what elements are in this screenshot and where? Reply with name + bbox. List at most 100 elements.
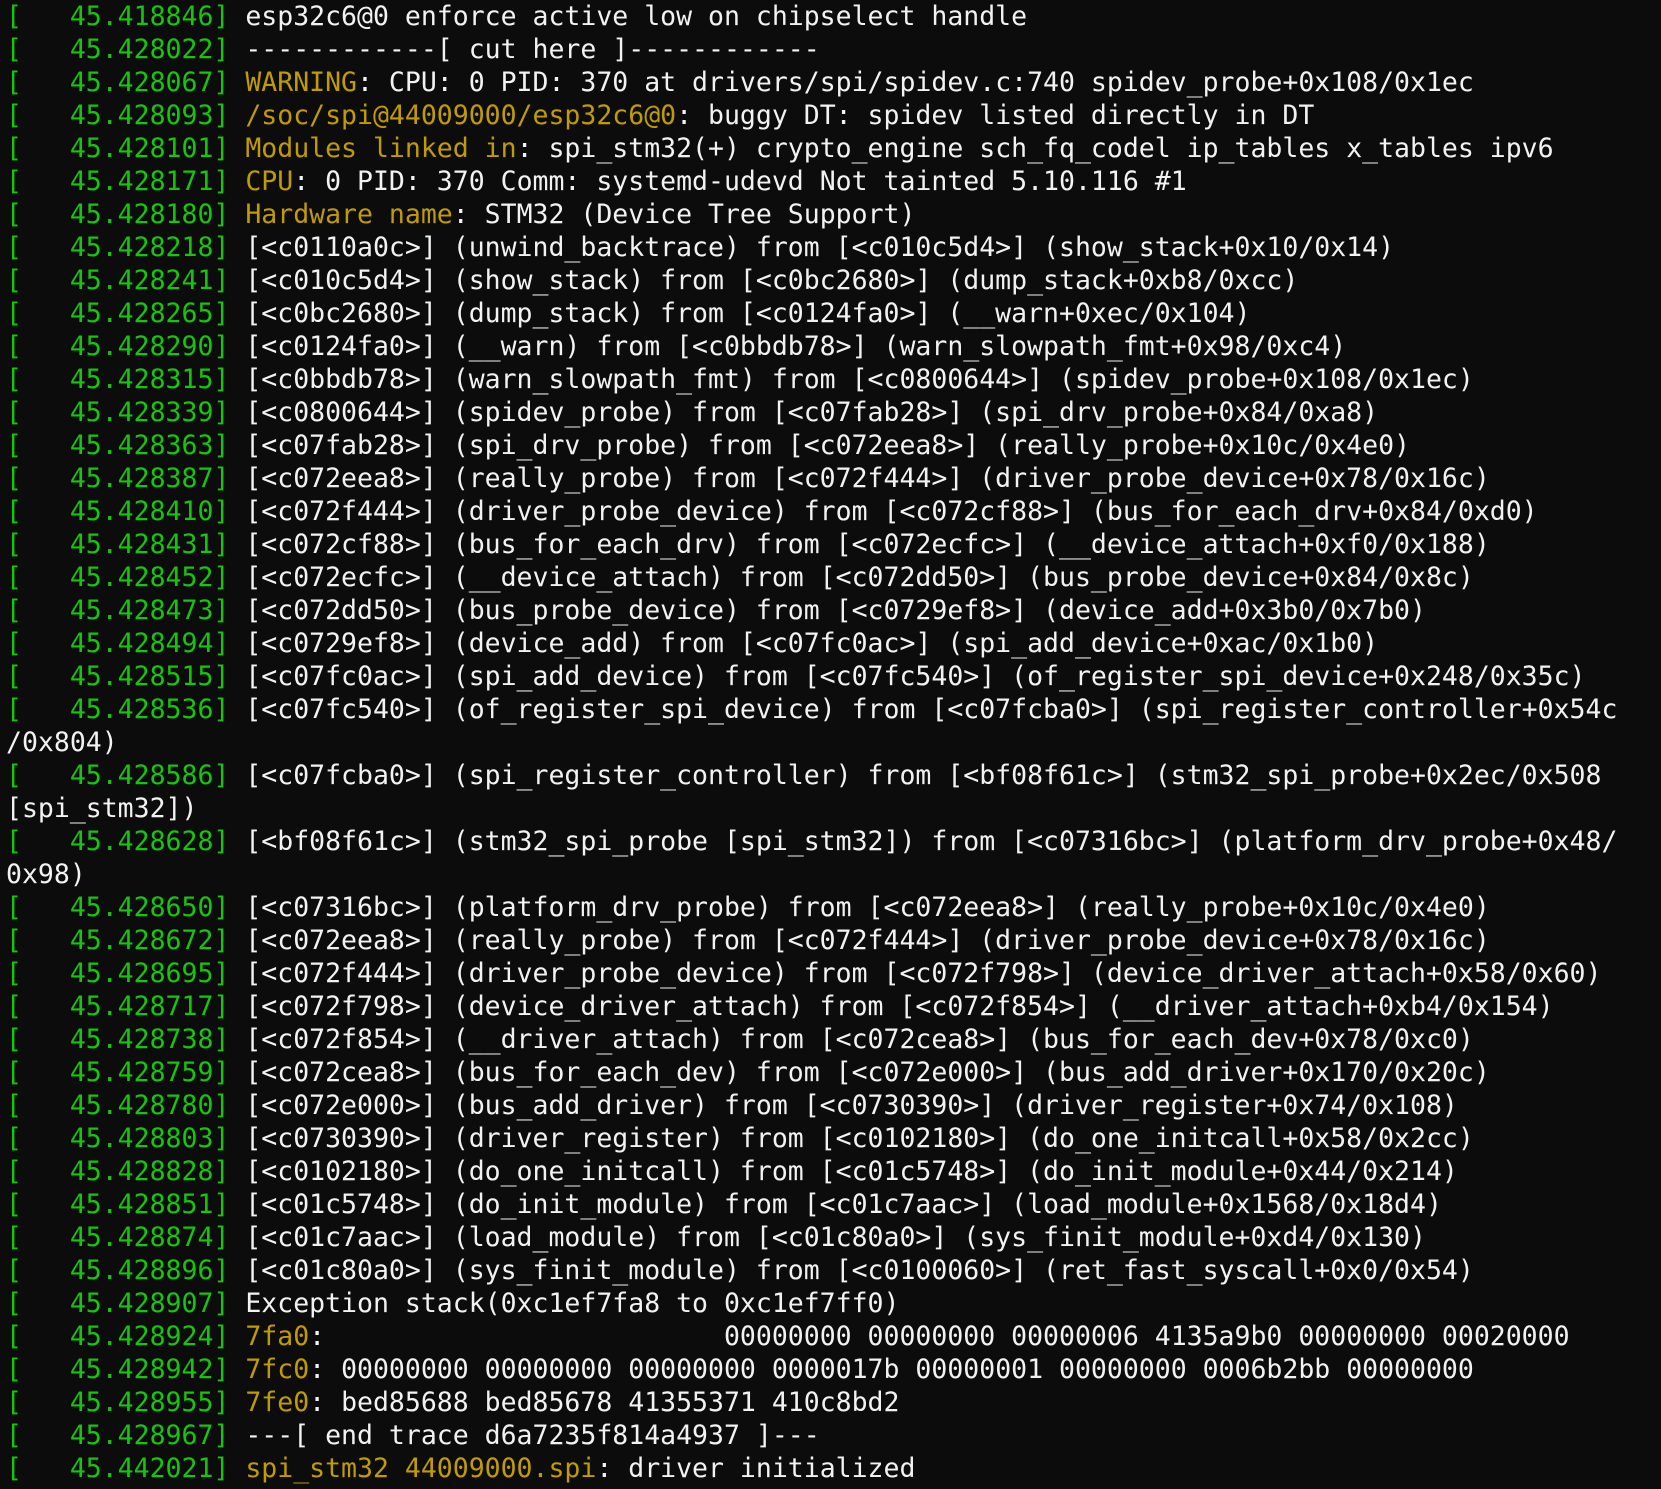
- log-line: [ 45.428171] CPU: 0 PID: 370 Comm: syste…: [6, 165, 1661, 198]
- log-text: /0x804): [6, 727, 118, 758]
- log-line: [ 45.428874] [<c01c7aac>] (load_module) …: [6, 1221, 1661, 1254]
- log-highlight: Hardware name: [229, 199, 453, 230]
- log-text: : bed85688 bed85678 41355371 410c8bd2: [309, 1387, 900, 1418]
- log-line: [ 45.428452] [<c072ecfc>] (__device_atta…: [6, 561, 1661, 594]
- log-timestamp: [ 45.428387]: [6, 463, 230, 494]
- log-timestamp: [ 45.428452]: [6, 562, 230, 593]
- log-timestamp: [ 45.428759]: [6, 1057, 230, 1088]
- log-highlight: Modules linked in: [229, 133, 517, 164]
- log-text: [<c072ecfc>] (__device_attach) from [<c0…: [229, 562, 1474, 593]
- log-timestamp: [ 45.428241]: [6, 265, 230, 296]
- log-line: [ 45.428387] [<c072eea8>] (really_probe)…: [6, 462, 1661, 495]
- log-timestamp: [ 45.428431]: [6, 529, 230, 560]
- log-text: [<c072eea8>] (really_probe) from [<c072f…: [229, 925, 1490, 956]
- log-timestamp: [ 45.428874]: [6, 1222, 230, 1253]
- log-line: [ 45.428586] [<c07fcba0>] (spi_register_…: [6, 759, 1661, 792]
- log-line: [ 45.442021] spi_stm32 44009000.spi: dri…: [6, 1452, 1661, 1485]
- log-line: [ 45.428410] [<c072f444>] (driver_probe_…: [6, 495, 1661, 528]
- log-highlight: 7fc0: [229, 1354, 310, 1385]
- log-line: [ 45.428907] Exception stack(0xc1ef7fa8 …: [6, 1287, 1661, 1320]
- log-timestamp: [ 45.428851]: [6, 1189, 230, 1220]
- log-text: [<c072e000>] (bus_add_driver) from [<c07…: [229, 1090, 1458, 1121]
- log-line: [ 45.428780] [<c072e000>] (bus_add_drive…: [6, 1089, 1661, 1122]
- log-timestamp: [ 45.428672]: [6, 925, 230, 956]
- log-timestamp: [ 45.428218]: [6, 232, 230, 263]
- log-timestamp: [ 45.442021]: [6, 1453, 230, 1484]
- log-line: [ 45.428515] [<c07fc0ac>] (spi_add_devic…: [6, 660, 1661, 693]
- log-timestamp: [ 45.428803]: [6, 1123, 230, 1154]
- log-line: 0x98): [6, 858, 1661, 891]
- log-text: [<c072cea8>] (bus_for_each_dev) from [<c…: [229, 1057, 1490, 1088]
- log-line: /0x804): [6, 726, 1661, 759]
- log-text: : 0 PID: 370 Comm: systemd-udevd Not tai…: [293, 166, 1187, 197]
- log-timestamp: [ 45.428955]: [6, 1387, 230, 1418]
- log-line: [spi_stm32]): [6, 792, 1661, 825]
- log-line: [ 45.428218] [<c0110a0c>] (unwind_backtr…: [6, 231, 1661, 264]
- log-timestamp: [ 45.428171]: [6, 166, 230, 197]
- log-line: [ 45.428290] [<c0124fa0>] (__warn) from …: [6, 330, 1661, 363]
- log-line: [ 45.428431] [<c072cf88>] (bus_for_each_…: [6, 528, 1661, 561]
- log-line: [ 45.428924] 7fa0: 00000000 00000000 000…: [6, 1320, 1661, 1353]
- log-timestamp: [ 45.428363]: [6, 430, 230, 461]
- log-timestamp: [ 45.428967]: [6, 1420, 230, 1451]
- log-text: : 00000000 00000000 00000006 4135a9b0 00…: [309, 1321, 1570, 1352]
- log-line: [ 45.428101] Modules linked in: spi_stm3…: [6, 132, 1661, 165]
- log-text: [<c0bc2680>] (dump_stack) from [<c0124fa…: [229, 298, 1251, 329]
- log-text: [spi_stm32]): [6, 793, 198, 824]
- terminal-output[interactable]: [ 45.418846] esp32c6@0 enforce active lo…: [0, 0, 1661, 1489]
- log-timestamp: [ 45.428828]: [6, 1156, 230, 1187]
- log-timestamp: [ 45.428265]: [6, 298, 230, 329]
- log-timestamp: [ 45.428650]: [6, 892, 230, 923]
- log-timestamp: [ 45.428695]: [6, 958, 230, 989]
- log-line: [ 45.428628] [<bf08f61c>] (stm32_spi_pro…: [6, 825, 1661, 858]
- log-timestamp: [ 45.428717]: [6, 991, 230, 1022]
- log-timestamp: [ 45.418846]: [6, 1, 230, 32]
- log-timestamp: [ 45.428290]: [6, 331, 230, 362]
- log-timestamp: [ 45.428101]: [6, 133, 230, 164]
- log-text: [<c072f444>] (driver_probe_device) from …: [229, 496, 1538, 527]
- log-text: esp32c6@0 enforce active low on chipsele…: [229, 1, 1028, 32]
- log-line: [ 45.428717] [<c072f798>] (device_driver…: [6, 990, 1661, 1023]
- log-text: [<c07fc0ac>] (spi_add_device) from [<c07…: [229, 661, 1586, 692]
- log-highlight: spi_stm32 44009000.spi: [229, 1453, 597, 1484]
- log-text: : STM32 (Device Tree Support): [452, 199, 916, 230]
- log-timestamp: [ 45.428339]: [6, 397, 230, 428]
- log-line: [ 45.428093] /soc/spi@44009000/esp32c6@0…: [6, 99, 1661, 132]
- log-timestamp: [ 45.428410]: [6, 496, 230, 527]
- log-text: : driver initialized: [596, 1453, 916, 1484]
- log-text: [<c0730390>] (driver_register) from [<c0…: [229, 1123, 1474, 1154]
- log-line: [ 45.428851] [<c01c5748>] (do_init_modul…: [6, 1188, 1661, 1221]
- log-highlight: CPU: [229, 166, 294, 197]
- log-text: 0x98): [6, 859, 86, 890]
- log-line: [ 45.418846] esp32c6@0 enforce active lo…: [6, 0, 1661, 33]
- log-line: [ 45.428473] [<c072dd50>] (bus_probe_dev…: [6, 594, 1661, 627]
- log-timestamp: [ 45.428628]: [6, 826, 230, 857]
- log-highlight: 7fe0: [229, 1387, 310, 1418]
- log-line: [ 45.428672] [<c072eea8>] (really_probe)…: [6, 924, 1661, 957]
- log-timestamp: [ 45.428907]: [6, 1288, 230, 1319]
- log-line: [ 45.428738] [<c072f854>] (__driver_atta…: [6, 1023, 1661, 1056]
- log-text: : spi_stm32(+) crypto_engine sch_fq_code…: [516, 133, 1554, 164]
- log-line: [ 45.428339] [<c0800644>] (spidev_probe)…: [6, 396, 1661, 429]
- log-timestamp: [ 45.428315]: [6, 364, 230, 395]
- log-timestamp: [ 45.428473]: [6, 595, 230, 626]
- log-timestamp: [ 45.428515]: [6, 661, 230, 692]
- log-timestamp: [ 45.428494]: [6, 628, 230, 659]
- log-text: : buggy DT: spidev listed directly in DT: [676, 100, 1315, 131]
- log-timestamp: [ 45.428586]: [6, 760, 230, 791]
- log-line: [ 45.428022] ------------[ cut here ]---…: [6, 33, 1661, 66]
- log-line: [ 45.428695] [<c072f444>] (driver_probe_…: [6, 957, 1661, 990]
- log-text: : CPU: 0 PID: 370 at drivers/spi/spidev.…: [357, 67, 1474, 98]
- log-timestamp: [ 45.428896]: [6, 1255, 230, 1286]
- log-text: [<c0bbdb78>] (warn_slowpath_fmt) from [<…: [229, 364, 1474, 395]
- log-line: [ 45.428650] [<c07316bc>] (platform_drv_…: [6, 891, 1661, 924]
- log-line: [ 45.428241] [<c010c5d4>] (show_stack) f…: [6, 264, 1661, 297]
- log-line: [ 45.428363] [<c07fab28>] (spi_drv_probe…: [6, 429, 1661, 462]
- log-line: [ 45.428828] [<c0102180>] (do_one_initca…: [6, 1155, 1661, 1188]
- log-text: [<c010c5d4>] (show_stack) from [<c0bc268…: [229, 265, 1299, 296]
- log-text: [<c0800644>] (spidev_probe) from [<c07fa…: [229, 397, 1379, 428]
- log-text: [<c072f798>] (device_driver_attach) from…: [229, 991, 1554, 1022]
- log-text: [<c07316bc>] (platform_drv_probe) from […: [229, 892, 1490, 923]
- log-line: [ 45.428803] [<c0730390>] (driver_regist…: [6, 1122, 1661, 1155]
- log-text: ------------[ cut here ]------------: [229, 34, 820, 65]
